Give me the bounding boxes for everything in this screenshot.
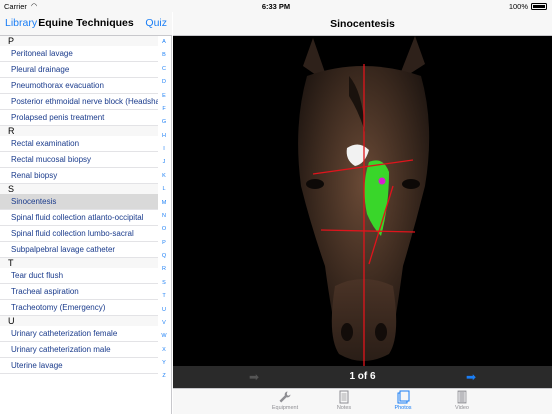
index-letter[interactable]: T bbox=[162, 294, 165, 300]
tab-equipment-label: Equipment bbox=[271, 405, 299, 411]
list-item[interactable]: Peritoneal lavage bbox=[0, 46, 158, 62]
photo-counter: 1 of 6 bbox=[349, 371, 376, 382]
index-letter[interactable]: K bbox=[162, 173, 166, 180]
list-item[interactable]: Uterine lavage bbox=[0, 358, 158, 374]
index-letter[interactable]: X bbox=[162, 347, 166, 354]
index-letter[interactable]: W bbox=[161, 334, 166, 340]
quiz-button[interactable]: Quiz bbox=[145, 17, 167, 29]
index-letter[interactable]: F bbox=[162, 106, 165, 113]
index-letter[interactable]: A bbox=[162, 39, 166, 46]
tab-photos[interactable]: Photos bbox=[378, 390, 428, 411]
list-item[interactable]: Renal biopsy bbox=[0, 168, 158, 184]
list-item[interactable]: Pleural drainage bbox=[0, 62, 158, 78]
list-item[interactable]: Tracheal aspiration bbox=[0, 284, 158, 300]
tab-bar: Equipment Notes Photos Video bbox=[173, 388, 552, 414]
index-letter[interactable]: O bbox=[162, 227, 166, 233]
wrench-icon bbox=[279, 391, 291, 403]
index-letter[interactable]: G bbox=[162, 120, 166, 126]
index-letter[interactable]: P bbox=[162, 240, 166, 247]
clock-label: 6:33 PM bbox=[261, 2, 291, 11]
index-letter[interactable]: M bbox=[162, 200, 167, 207]
battery-percent: 100% bbox=[508, 2, 528, 11]
index-letter[interactable]: C bbox=[162, 66, 166, 73]
section-header: U bbox=[0, 316, 158, 326]
list-item[interactable]: Rectal mucosal biopsy bbox=[0, 152, 158, 168]
tab-equipment[interactable]: Equipment bbox=[260, 390, 310, 411]
tab-photos-label: Photos bbox=[394, 405, 412, 411]
master-navbar: Library Equine Techniques Quiz bbox=[0, 12, 172, 36]
list-item[interactable]: Urinary catheterization male bbox=[0, 342, 158, 358]
list-item[interactable]: Tear duct flush bbox=[0, 268, 158, 284]
video-icon bbox=[457, 390, 467, 404]
list-item[interactable]: Posterior ethmoidal nerve block (Headsha bbox=[0, 94, 158, 110]
status-bar: Carrier ◠ 6:33 PM 100% bbox=[0, 0, 552, 12]
section-index[interactable]: A B C D EF G HI J K L MN O PQ R S T UV W XY Z bbox=[157, 39, 171, 380]
tab-video[interactable]: Video bbox=[437, 390, 487, 411]
index-letter[interactable]: I bbox=[163, 146, 165, 153]
procedure-photo[interactable] bbox=[265, 36, 460, 368]
photos-icon bbox=[397, 390, 410, 404]
list-item[interactable]: Urinary catheterization female bbox=[0, 326, 158, 342]
index-letter[interactable]: Q bbox=[162, 253, 166, 260]
section-header: S bbox=[0, 184, 158, 194]
tab-notes-label: Notes bbox=[336, 405, 352, 411]
index-letter[interactable]: D bbox=[162, 80, 166, 86]
list-item[interactable]: Tracheotomy (Emergency) bbox=[0, 300, 158, 316]
tab-video-label: Video bbox=[455, 405, 469, 411]
index-letter[interactable]: Z bbox=[162, 374, 165, 380]
index-letter[interactable]: Y bbox=[162, 360, 166, 367]
list-item[interactable]: Pneumothorax evacuation bbox=[0, 78, 158, 94]
index-letter[interactable]: B bbox=[162, 53, 166, 59]
section-header: R bbox=[0, 126, 158, 136]
section-header: P bbox=[0, 36, 158, 46]
notes-icon bbox=[339, 390, 349, 404]
index-letter[interactable]: N bbox=[162, 213, 166, 220]
photo-pager: ➡ 1 of 6 ➡ bbox=[173, 366, 552, 388]
tab-notes[interactable]: Notes bbox=[319, 390, 369, 411]
master-pane: Library Equine Techniques Quiz P Peritone… bbox=[0, 12, 172, 414]
index-letter[interactable]: L bbox=[162, 187, 165, 193]
index-letter[interactable]: J bbox=[163, 160, 166, 166]
list-item[interactable]: Subpalpebral lavage catheter bbox=[0, 242, 158, 258]
list-item[interactable]: Spinal fluid collection atlanto-occipita… bbox=[0, 210, 158, 226]
index-letter[interactable]: E bbox=[162, 93, 166, 100]
battery-icon bbox=[531, 3, 547, 10]
technique-list[interactable]: P Peritoneal lavage Pleural drainage Pneumo… bbox=[0, 36, 158, 414]
index-letter[interactable]: R bbox=[162, 267, 166, 273]
list-item[interactable]: Sinocentesis bbox=[0, 194, 158, 210]
detail-title: Sinocentesis bbox=[330, 18, 395, 30]
index-letter[interactable]: S bbox=[162, 280, 166, 287]
list-item[interactable]: Rectal examination bbox=[0, 136, 158, 152]
index-letter[interactable]: V bbox=[162, 320, 166, 327]
detail-navbar: Sinocentesis bbox=[173, 12, 552, 36]
index-letter[interactable]: H bbox=[162, 133, 166, 140]
list-item[interactable]: Prolapsed penis treatment bbox=[0, 110, 158, 126]
section-header: T bbox=[0, 258, 158, 268]
next-photo-icon[interactable]: ➡ bbox=[466, 370, 476, 384]
detail-pane: Sinocentesis ➡ 1 of 6 ➡ Equipment Notes … bbox=[173, 12, 552, 414]
horse-head-image bbox=[298, 36, 430, 366]
list-item[interactable]: Spinal fluid collection lumbo-sacral bbox=[0, 226, 158, 242]
index-letter[interactable]: U bbox=[162, 307, 166, 314]
